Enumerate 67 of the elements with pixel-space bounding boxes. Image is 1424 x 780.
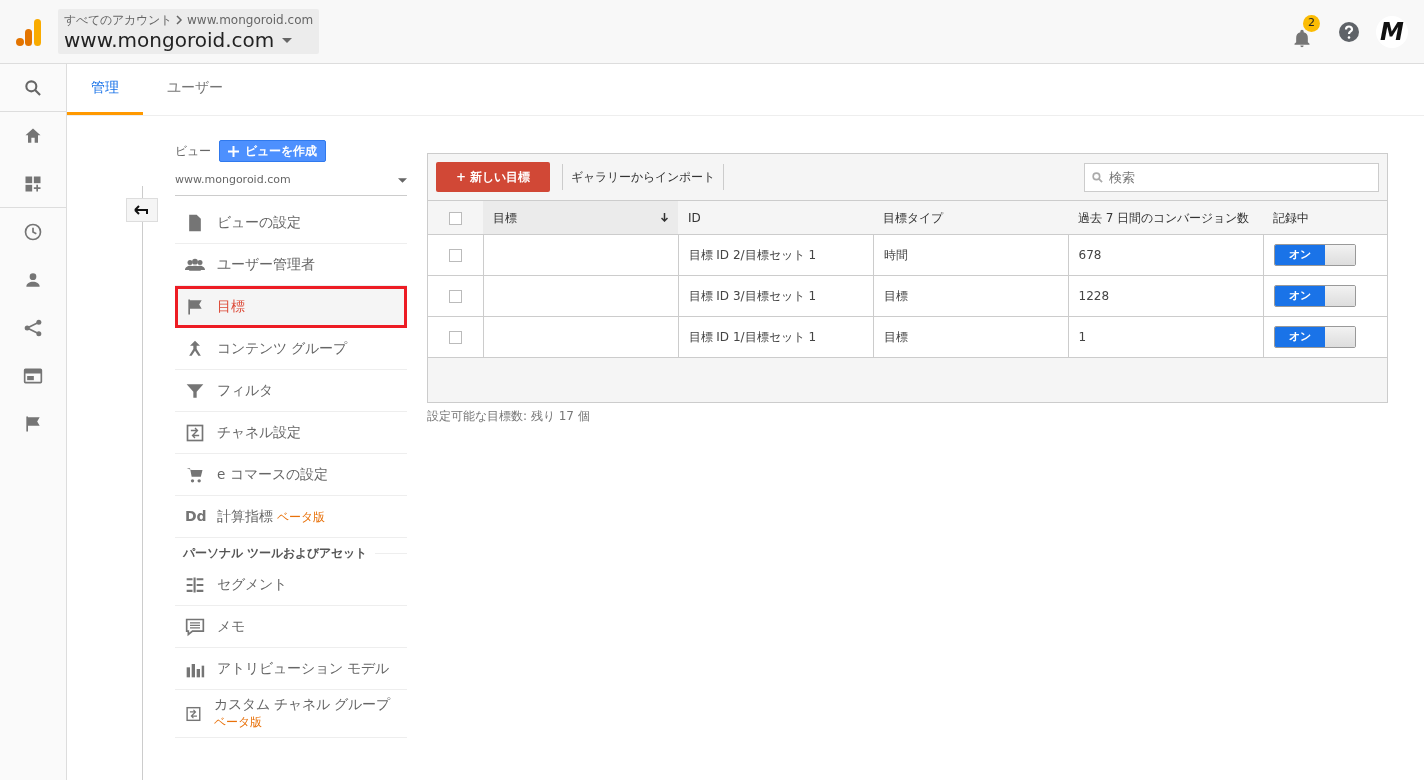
section-heading: パーソナル ツールおよびアセット — [183, 545, 368, 562]
help-icon[interactable] — [1338, 20, 1360, 43]
table-cell: 目標 ID 3/目標セット 1 — [688, 289, 817, 303]
account-avatar[interactable]: M — [1376, 15, 1408, 48]
notification-count: 2 — [1303, 14, 1320, 32]
breadcrumb-link[interactable]: すべてのアカウント — [64, 11, 172, 29]
row-checkbox[interactable] — [448, 249, 462, 262]
comment-icon — [185, 616, 205, 637]
back-button[interactable] — [126, 198, 158, 222]
menu-item[interactable]: ビューの設定 — [175, 202, 407, 244]
back-arrow-icon — [134, 205, 150, 215]
table-cell: 目標 ID 1/目標セット 1 — [688, 330, 817, 344]
person-icon[interactable] — [23, 270, 43, 290]
table-cell: 目標 — [883, 289, 908, 303]
column-header[interactable]: 目標タイプ — [883, 208, 943, 227]
table-cell: 1228 — [1078, 289, 1110, 303]
tab[interactable]: 管理 — [67, 64, 143, 115]
recording-toggle[interactable]: オン — [1273, 285, 1356, 307]
clock-icon[interactable] — [23, 222, 43, 242]
row-checkbox[interactable] — [448, 290, 462, 303]
menu-item[interactable]: アトリビューション モデル — [175, 648, 407, 690]
row-checkbox[interactable] — [448, 331, 462, 344]
search-icon[interactable] — [23, 77, 43, 98]
select-all-checkbox[interactable] — [449, 211, 462, 225]
breadcrumb-property: www.mongoroid.com — [187, 12, 314, 29]
column-header[interactable]: 記録中 — [1273, 208, 1309, 227]
recording-toggle[interactable]: オン — [1273, 244, 1356, 266]
plus-icon — [228, 145, 239, 157]
caret-icon — [282, 37, 293, 43]
column-header[interactable]: ID — [688, 208, 701, 227]
menu-item[interactable]: 目標 — [175, 286, 407, 328]
new-goal-button[interactable]: + 新しい目標 — [436, 162, 551, 192]
window-icon[interactable] — [23, 366, 43, 386]
table-cell: 時間 — [883, 248, 908, 262]
analytics-logo — [16, 16, 42, 47]
table-cell: 目標 ID 2/目標セット 1 — [688, 248, 817, 262]
notifications-button[interactable]: 2 — [1292, 14, 1322, 49]
import-from-gallery-button[interactable]: ギャラリーからインポート — [562, 164, 725, 190]
table-cell: 1 — [1078, 330, 1087, 344]
menu-item[interactable]: カスタム チャネル グループ ベータ版 — [175, 690, 407, 738]
recording-toggle[interactable]: オン — [1273, 326, 1356, 348]
branch-icon[interactable] — [23, 318, 43, 338]
table-cell: 678 — [1078, 248, 1102, 262]
menu-item[interactable]: e コマースの設定 — [175, 454, 407, 496]
tab[interactable]: ユーザー — [143, 64, 247, 115]
menu-item[interactable]: コンテンツ グループ — [175, 328, 407, 370]
property-name: www.mongoroid.com — [64, 29, 275, 51]
column-header[interactable]: 目標 — [493, 208, 517, 227]
goals-remaining-text: 設定可能な目標数: 残り 17 個 — [427, 408, 591, 425]
chevron-right-icon — [176, 15, 183, 25]
menu-item[interactable]: チャネル設定 — [175, 412, 407, 454]
menu-item[interactable]: フィルタ — [175, 370, 407, 412]
dd-icon: Dd — [185, 506, 205, 527]
menu-item[interactable]: メモ — [175, 606, 407, 648]
view-selector[interactable]: www.mongoroid.com — [175, 166, 407, 196]
sort-arrow-icon — [661, 213, 668, 222]
flag-icon[interactable] — [23, 414, 43, 434]
table-cell: 目標 — [883, 330, 908, 344]
search-field[interactable]: 検索 — [1084, 162, 1379, 192]
view-label: ビュー — [175, 143, 211, 160]
menu-item[interactable]: Dd 計算指標 ベータ版 — [175, 496, 407, 538]
column-header[interactable]: 過去 7 日間のコンバージョン数 — [1078, 208, 1250, 227]
property-selector[interactable]: すべてのアカウント www.mongoroid.com www.mongoroid.com — [58, 9, 320, 54]
home-icon[interactable] — [23, 126, 43, 146]
channel-icon — [185, 422, 205, 443]
menu-item[interactable]: セグメント — [175, 564, 407, 606]
caret-icon — [398, 178, 407, 183]
